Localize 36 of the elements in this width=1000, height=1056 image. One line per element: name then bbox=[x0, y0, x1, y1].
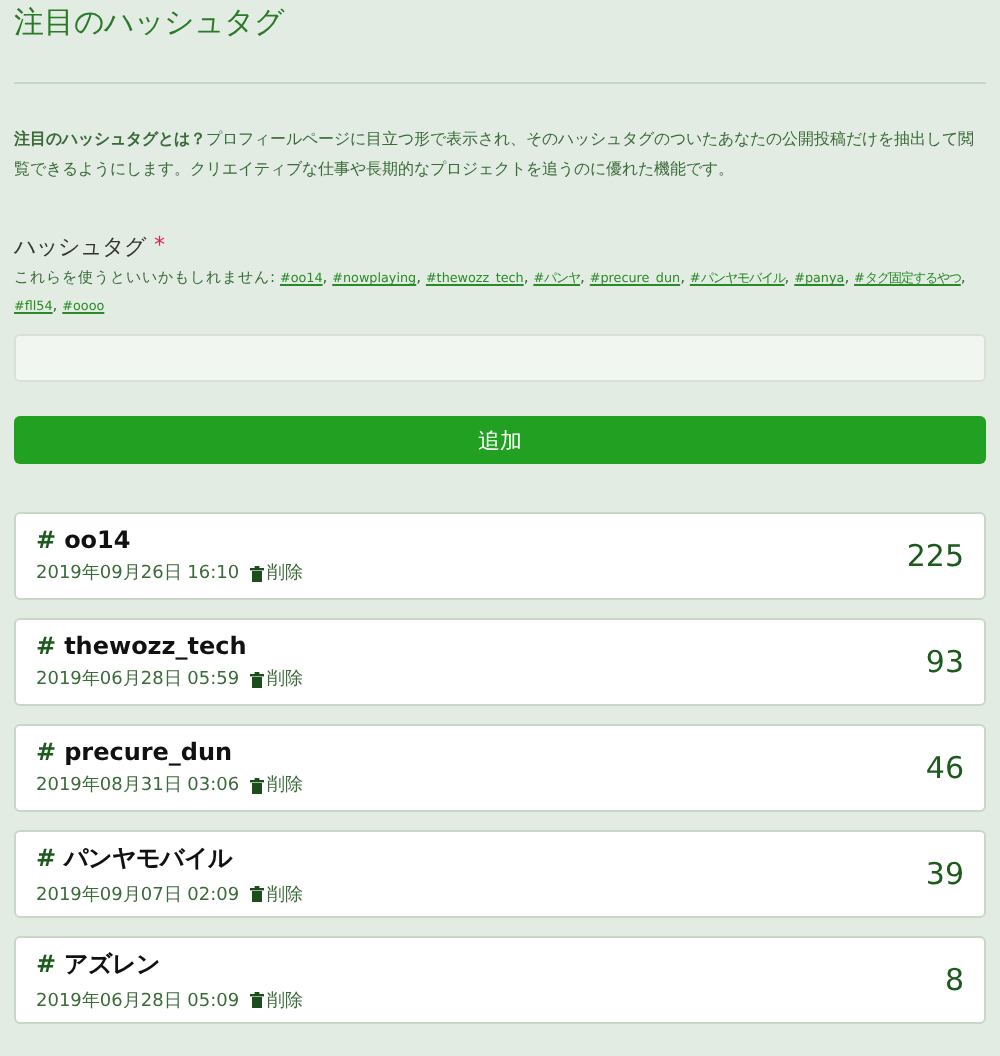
hashtag-name: アズレン bbox=[64, 947, 161, 981]
hashtag-name: precure_dun bbox=[64, 738, 233, 766]
trash-icon bbox=[249, 886, 264, 902]
delete-button[interactable]: 削除 bbox=[249, 666, 304, 692]
date-text: 2019年09月07日 02:09 bbox=[36, 883, 240, 907]
hash-sign: # bbox=[36, 950, 57, 978]
page-title: 注目のハッシュタグ bbox=[14, 2, 287, 42]
post-count: 225 bbox=[906, 538, 964, 574]
required-mark: * bbox=[154, 232, 165, 262]
post-count: 46 bbox=[925, 750, 964, 786]
date-text: 2019年08月31日 03:06 bbox=[36, 773, 240, 798]
add-button[interactable]: 追加 bbox=[14, 416, 986, 464]
date-text: 2019年09月26日 16:10 bbox=[36, 561, 240, 586]
hash-sign: # bbox=[36, 844, 57, 872]
trash-icon bbox=[249, 671, 264, 687]
delete-button[interactable]: 削除 bbox=[249, 560, 304, 586]
hashtag-input[interactable] bbox=[14, 334, 986, 382]
hashtag-name: oo14 bbox=[64, 526, 131, 554]
date-text: 2019年06月28日 05:09 bbox=[36, 989, 240, 1013]
date-text: 2019年06月28日 05:59 bbox=[36, 667, 240, 692]
delete-button[interactable]: 削除 bbox=[249, 881, 304, 907]
field-label: ハッシュタグ bbox=[14, 232, 146, 262]
trash-icon bbox=[249, 777, 264, 793]
post-count: 8 bbox=[944, 962, 964, 998]
hashtag-name: パンヤモバイル bbox=[64, 841, 233, 875]
delete-button[interactable]: 削除 bbox=[249, 987, 304, 1013]
trash-icon bbox=[249, 992, 264, 1008]
hashtag-name: thewozz_tech bbox=[64, 632, 247, 660]
hash-sign: # bbox=[36, 738, 57, 766]
description-text: 注目のハッシュタグとは？プロフィールページに目立つ形で表示され、そのハッシュタグのついたあなたの公開投稿だけを抽出して閲覧できるようにします。クリエイティブな仕事や長期的なプロジェクトを追うのに優れた機能です。 bbox=[14, 128, 976, 182]
hash-sign: # bbox=[36, 526, 57, 554]
trash-icon bbox=[249, 565, 264, 581]
hash-sign: # bbox=[36, 632, 57, 660]
post-count: 39 bbox=[925, 856, 964, 892]
delete-button[interactable]: 削除 bbox=[249, 772, 304, 798]
post-count: 93 bbox=[925, 644, 964, 680]
